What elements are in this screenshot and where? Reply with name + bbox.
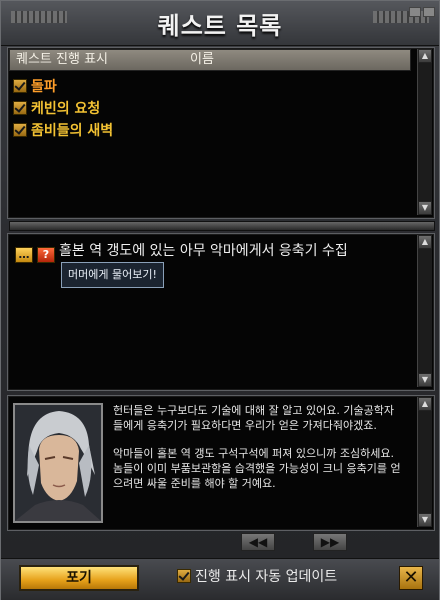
scroll-down-icon[interactable]: ▼: [418, 201, 432, 215]
dialogue-scrollbar[interactable]: ▲ ▼: [417, 397, 432, 527]
npc-dialogue: 헌터들은 누구보다도 기술에 대해 잘 알고 있어요. 기술공학자들에게 응축기…: [113, 403, 403, 504]
column-name[interactable]: 이름: [190, 50, 214, 70]
scroll-up-icon[interactable]: ▲: [418, 397, 432, 411]
question-icon[interactable]: ?: [37, 247, 55, 263]
scroll-up-icon[interactable]: ▲: [418, 235, 432, 249]
prev-page-button[interactable]: ◀◀: [241, 533, 275, 551]
resize-icon[interactable]: [423, 7, 435, 17]
quest-list-scrollbar[interactable]: ▲ ▼: [417, 49, 432, 215]
quest-item[interactable]: 좀비들의 새벽: [13, 121, 113, 141]
dialogue-paragraph: 헌터들은 누구보다도 기술에 대해 잘 알고 있어요. 기술공학자들에게 응축기…: [113, 404, 394, 432]
detail-scrollbar[interactable]: ▲ ▼: [417, 235, 432, 387]
scroll-down-icon[interactable]: ▼: [418, 373, 432, 387]
panel-divider[interactable]: [9, 221, 435, 231]
scroll-up-icon[interactable]: ▲: [418, 49, 432, 63]
title-bar[interactable]: 퀘스트 목록: [1, 1, 439, 46]
next-page-button[interactable]: ▶▶: [313, 533, 347, 551]
quest-label: 돌파: [31, 79, 57, 95]
ask-tooltip: 머머에게 물어보기!: [61, 262, 164, 288]
quest-item[interactable]: 돌파: [13, 77, 57, 97]
checkbox-icon[interactable]: [13, 79, 27, 93]
portrait-image: [15, 405, 101, 521]
checkbox-icon[interactable]: [13, 101, 27, 115]
minimize-icon[interactable]: [409, 7, 421, 17]
quest-list-header: 퀘스트 진행 표시 이름: [9, 49, 411, 71]
dialogue-paragraph: 악마들이 홀본 역 갱도 구석구석에 퍼져 있으니까 조심하세요. 놈들이 이미…: [113, 447, 401, 490]
objective-text: 홀본 역 갱도에 있는 아무 악마에게서 응축기 수집: [59, 243, 348, 259]
auto-update-toggle[interactable]: 진행 표시 자동 업데이트: [177, 567, 337, 587]
scroll-down-icon[interactable]: ▼: [418, 513, 432, 527]
checkbox-icon[interactable]: [13, 123, 27, 137]
column-track[interactable]: 퀘스트 진행 표시: [16, 50, 108, 70]
npc-portrait: [13, 403, 103, 523]
quest-label: 좀비들의 새벽: [31, 123, 114, 139]
auto-update-label: 진행 표시 자동 업데이트: [195, 569, 338, 585]
close-button[interactable]: ✕: [399, 566, 423, 590]
quest-item[interactable]: 케빈의 요청: [13, 99, 100, 119]
quest-window: 퀘스트 목록 퀘스트 진행 표시 이름 ▲ ▼ 돌파 케빈의 요청 좀비들의 새…: [0, 0, 440, 600]
giveup-button[interactable]: 포기: [19, 565, 139, 591]
quest-objective: …? 홀본 역 갱도에 있는 아무 악마에게서 응축기 수집: [15, 241, 348, 263]
speech-bubble-icon[interactable]: …: [15, 247, 33, 263]
checkbox-icon[interactable]: [177, 569, 191, 583]
quest-label: 케빈의 요청: [31, 101, 101, 117]
